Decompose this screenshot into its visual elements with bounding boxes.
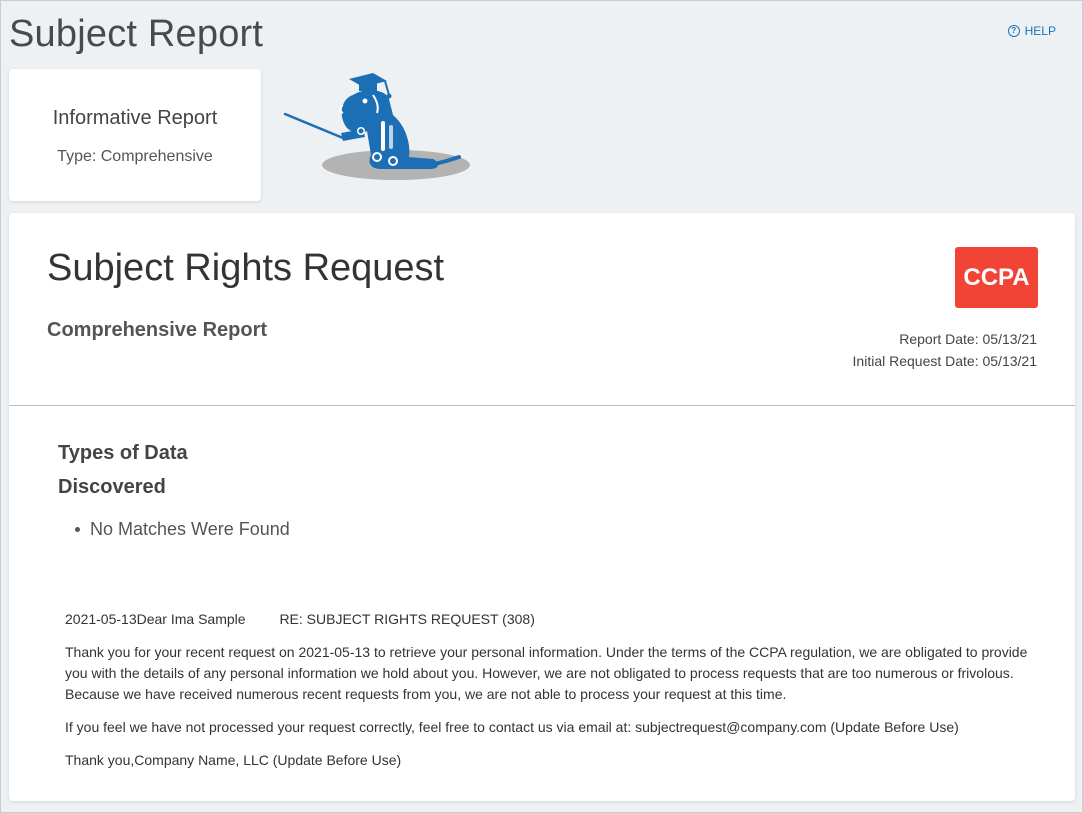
informative-report-card: Informative Report Type: Comprehensive xyxy=(9,69,261,201)
letter-date-greeting: 2021-05-13Dear Ima Sample xyxy=(65,611,246,627)
letter-signoff: Thank you,Company Name, LLC (Update Befo… xyxy=(65,752,402,768)
section-title-types-of-data: Types of Data Discovered xyxy=(58,442,188,498)
report-card: Subject Rights Request Comprehensive Rep… xyxy=(9,213,1075,801)
bullet-icon xyxy=(75,527,80,532)
ccpa-badge: CCPA xyxy=(955,247,1038,308)
letter-heading: 2021-05-13Dear Ima Sample RE: SUBJECT RI… xyxy=(65,609,1045,630)
report-dates: Report Date: 05/13/21 Initial Request Da… xyxy=(853,328,1037,372)
info-card-type: Type: Comprehensive xyxy=(57,148,213,165)
initial-request-date: Initial Request Date: 05/13/21 xyxy=(852,353,1037,369)
response-letter: 2021-05-13Dear Ima Sample RE: SUBJECT RI… xyxy=(65,609,1045,783)
help-label: HELP xyxy=(1024,24,1056,38)
match-item-text: No Matches Were Found xyxy=(90,519,290,539)
letter-re-line: RE: SUBJECT RIGHTS REQUEST (308) xyxy=(279,611,535,627)
report-header: Subject Rights Request Comprehensive Rep… xyxy=(9,213,1075,406)
list-item: No Matches Were Found xyxy=(75,519,290,540)
letter-paragraph-1: Thank you for your recent request on 202… xyxy=(65,644,1028,702)
report-title: Subject Rights Request xyxy=(47,247,445,289)
help-circle-icon: ? xyxy=(1007,25,1020,37)
page-title: Subject Report xyxy=(9,13,264,55)
robot-dog-mascot-icon xyxy=(283,73,470,180)
report-date: Report Date: 05/13/21 xyxy=(899,331,1037,347)
report-subtitle: Comprehensive Report xyxy=(47,319,268,341)
help-link[interactable]: ? HELP xyxy=(1007,24,1056,38)
match-list: No Matches Were Found xyxy=(75,519,290,540)
letter-paragraph-2: If you feel we have not processed your r… xyxy=(65,719,959,735)
info-card-title: Informative Report xyxy=(52,107,218,129)
